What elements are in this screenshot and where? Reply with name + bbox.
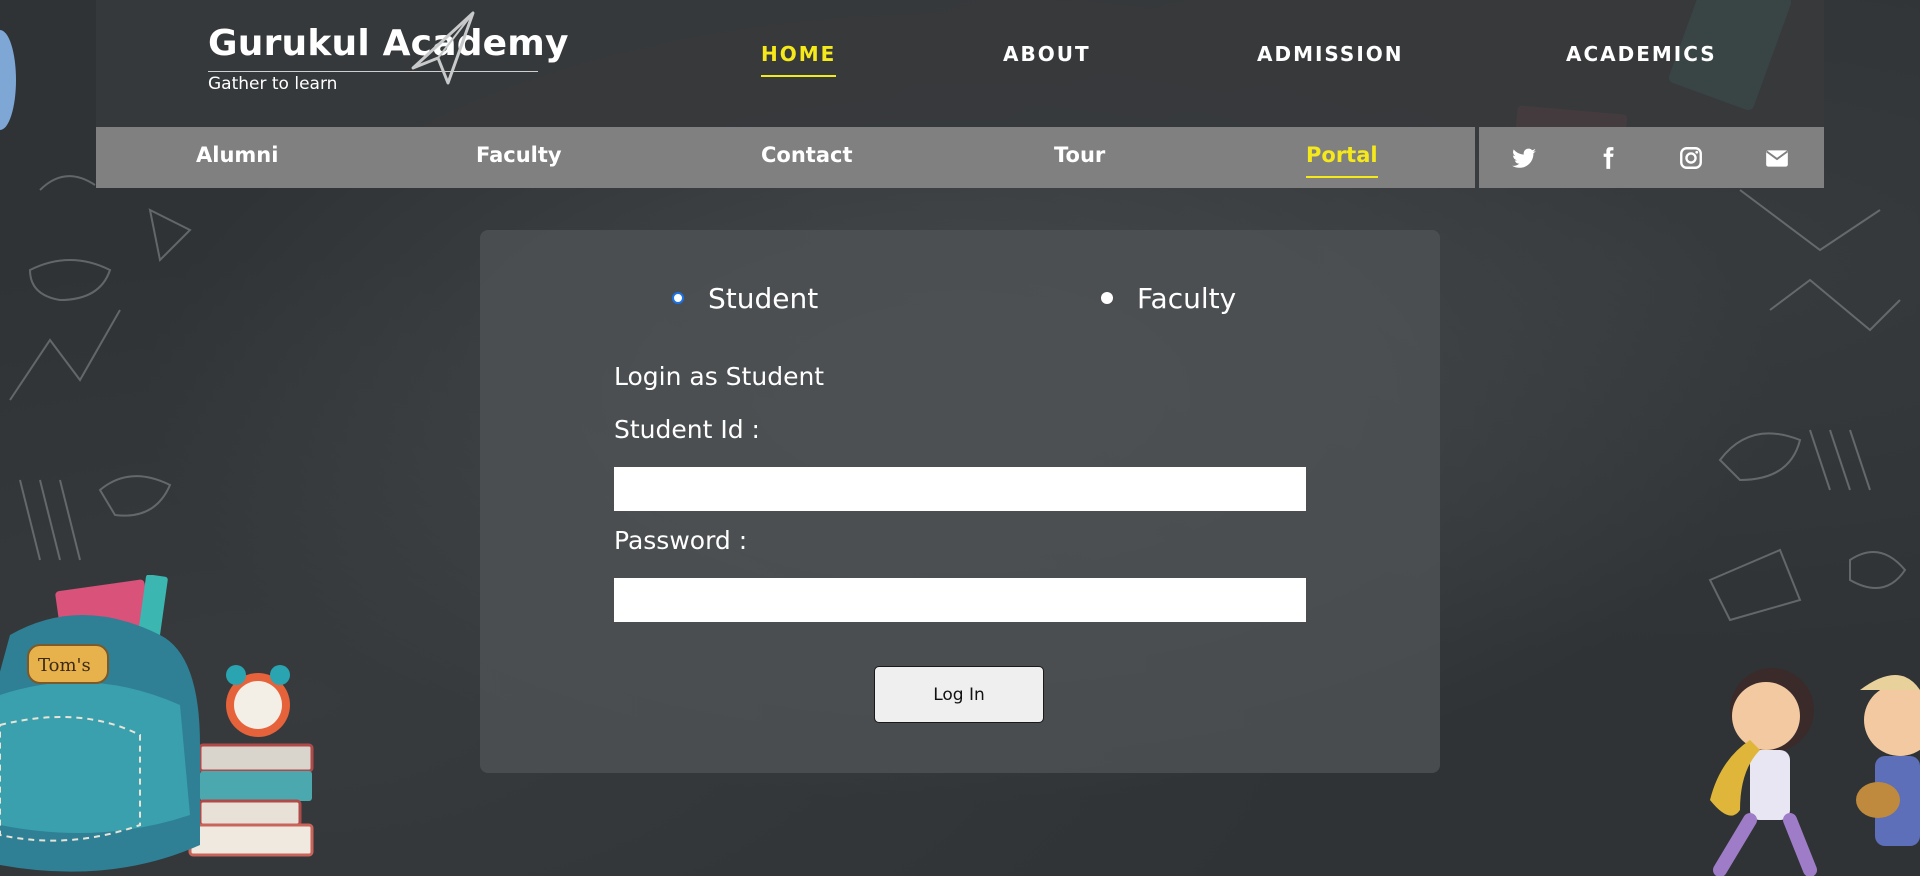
social-links <box>1479 127 1824 188</box>
balloon-illustration <box>0 30 16 130</box>
role-faculty-label[interactable]: Faculty <box>1137 282 1236 315</box>
student-id-input[interactable] <box>614 467 1306 511</box>
student-id-label: Student Id : <box>614 415 760 444</box>
site-header: Gurukul Academy Gather to learn HOME ABO… <box>96 0 1824 127</box>
password-label: Password : <box>614 526 748 555</box>
role-student-option[interactable]: Student <box>672 278 818 318</box>
main-nav: HOME ABOUT ADMISSION ACADEMICS <box>96 0 1824 110</box>
sub-nav-alumni[interactable]: Alumni <box>196 143 278 167</box>
instagram-icon[interactable] <box>1678 145 1704 171</box>
sub-nav-tour[interactable]: Tour <box>1054 143 1105 167</box>
login-panel: Student Faculty Login as Student Student… <box>480 230 1440 773</box>
chalk-doodles-right <box>1708 189 1907 622</box>
role-student-radio[interactable] <box>672 292 684 304</box>
login-button[interactable]: Log In <box>874 666 1044 723</box>
main-nav-admission[interactable]: ADMISSION <box>1257 42 1404 66</box>
role-student-label[interactable]: Student <box>708 282 818 315</box>
backpack-illustration: Tom's <box>0 575 314 872</box>
password-input[interactable] <box>614 578 1306 622</box>
musician-illustration <box>1710 668 1920 876</box>
login-heading: Login as Student <box>614 362 825 391</box>
sub-nav-faculty[interactable]: Faculty <box>476 143 562 167</box>
twitter-icon[interactable] <box>1511 145 1537 171</box>
facebook-icon[interactable] <box>1595 145 1621 171</box>
main-nav-academics[interactable]: ACADEMICS <box>1566 42 1717 66</box>
sub-nav: Alumni Faculty Contact Tour Portal <box>96 127 1475 188</box>
role-faculty-radio[interactable] <box>1101 292 1113 304</box>
envelope-icon[interactable] <box>1764 145 1790 171</box>
backpack-tag-text: Tom's <box>38 655 91 676</box>
sub-nav-contact[interactable]: Contact <box>761 143 853 167</box>
main-nav-home[interactable]: HOME <box>761 42 837 77</box>
sub-nav-portal[interactable]: Portal <box>1306 143 1378 178</box>
role-faculty-option[interactable]: Faculty <box>1101 278 1236 318</box>
main-nav-about[interactable]: ABOUT <box>1003 42 1091 66</box>
chalk-doodles-left <box>9 175 192 561</box>
